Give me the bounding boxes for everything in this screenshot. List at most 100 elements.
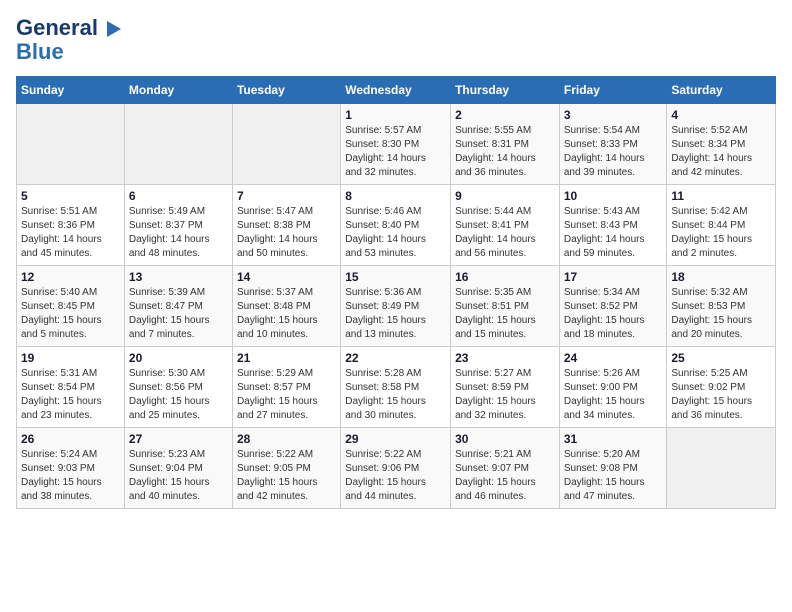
weekday-header-saturday: Saturday: [667, 77, 776, 104]
logo-blue: Blue: [16, 40, 121, 64]
calendar-cell: 20 Sunrise: 5:30 AM Sunset: 8:56 PM Dayli…: [124, 347, 232, 428]
calendar-cell: 17 Sunrise: 5:34 AM Sunset: 8:52 PM Dayli…: [559, 266, 667, 347]
calendar-cell: 26Sunrise: 5:24 AM Sunset: 9:03 PM Dayli…: [17, 428, 125, 509]
calendar-cell: [124, 104, 232, 185]
weekday-header-thursday: Thursday: [451, 77, 560, 104]
day-number: 4: [671, 108, 771, 122]
day-info: Sunrise: 5:54 AM Sunset: 8:33 PM Dayligh…: [564, 124, 663, 180]
weekday-header-sunday: Sunday: [17, 77, 125, 104]
day-info: Sunrise: 5:35 AM Sunset: 8:51 PM Dayligh…: [455, 286, 555, 342]
day-info: Sunrise: 5:57 AM Sunset: 8:30 PM Dayligh…: [345, 124, 446, 180]
day-info: Sunrise: 5:37 AM Sunset: 8:48 PM Dayligh…: [237, 286, 336, 342]
calendar-cell: 30Sunrise: 5:21 AM Sunset: 9:07 PM Dayli…: [451, 428, 560, 509]
day-number: 28: [237, 432, 336, 446]
calendar-cell: 19 Sunrise: 5:31 AM Sunset: 8:54 PM Dayli…: [17, 347, 125, 428]
day-info: Sunrise: 5:43 AM Sunset: 8:43 PM Dayligh…: [564, 205, 663, 261]
day-number: 1: [345, 108, 446, 122]
logo-arrow-icon: [107, 21, 121, 37]
day-info: Sunrise: 5:28 AM Sunset: 8:58 PM Dayligh…: [345, 367, 446, 423]
day-number: 24: [564, 351, 663, 365]
day-number: 8: [345, 189, 446, 203]
logo: General Blue: [16, 16, 121, 64]
day-number: 19: [21, 351, 120, 365]
day-info: Sunrise: 5:40 AM Sunset: 8:45 PM Dayligh…: [21, 286, 120, 342]
calendar-cell: 11 Sunrise: 5:42 AM Sunset: 8:44 PM Dayli…: [667, 185, 776, 266]
calendar-cell: 6 Sunrise: 5:49 AM Sunset: 8:37 PM Daylig…: [124, 185, 232, 266]
day-info: Sunrise: 5:31 AM Sunset: 8:54 PM Dayligh…: [21, 367, 120, 423]
calendar-cell: 22 Sunrise: 5:28 AM Sunset: 8:58 PM Dayli…: [341, 347, 451, 428]
day-info: Sunrise: 5:55 AM Sunset: 8:31 PM Dayligh…: [455, 124, 555, 180]
calendar-cell: [232, 104, 340, 185]
day-number: 11: [671, 189, 771, 203]
day-info: Sunrise: 5:36 AM Sunset: 8:49 PM Dayligh…: [345, 286, 446, 342]
day-number: 22: [345, 351, 446, 365]
day-number: 29: [345, 432, 446, 446]
calendar-cell: 24 Sunrise: 5:26 AM Sunset: 9:00 PM Dayli…: [559, 347, 667, 428]
day-info: Sunrise: 5:52 AM Sunset: 8:34 PM Dayligh…: [671, 124, 771, 180]
day-info: Sunrise: 5:44 AM Sunset: 8:41 PM Dayligh…: [455, 205, 555, 261]
calendar-cell: 7Sunrise: 5:47 AM Sunset: 8:38 PM Daylig…: [232, 185, 340, 266]
calendar-cell: 18 Sunrise: 5:32 AM Sunset: 8:53 PM Dayli…: [667, 266, 776, 347]
day-info: Sunrise: 5:46 AM Sunset: 8:40 PM Dayligh…: [345, 205, 446, 261]
calendar-cell: 28 Sunrise: 5:22 AM Sunset: 9:05 PM Dayli…: [232, 428, 340, 509]
calendar-week-5: 26Sunrise: 5:24 AM Sunset: 9:03 PM Dayli…: [17, 428, 776, 509]
day-number: 2: [455, 108, 555, 122]
day-number: 5: [21, 189, 120, 203]
day-info: Sunrise: 5:23 AM Sunset: 9:04 PM Dayligh…: [129, 448, 228, 504]
calendar-cell: 9 Sunrise: 5:44 AM Sunset: 8:41 PM Daylig…: [451, 185, 560, 266]
calendar-cell: 31 Sunrise: 5:20 AM Sunset: 9:08 PM Dayli…: [559, 428, 667, 509]
day-number: 27: [129, 432, 228, 446]
weekday-header-monday: Monday: [124, 77, 232, 104]
calendar-week-2: 5Sunrise: 5:51 AM Sunset: 8:36 PM Daylig…: [17, 185, 776, 266]
day-number: 31: [564, 432, 663, 446]
day-number: 17: [564, 270, 663, 284]
weekday-header-tuesday: Tuesday: [232, 77, 340, 104]
calendar-cell: 16 Sunrise: 5:35 AM Sunset: 8:51 PM Dayli…: [451, 266, 560, 347]
day-info: Sunrise: 5:49 AM Sunset: 8:37 PM Dayligh…: [129, 205, 228, 261]
calendar-cell: 1 Sunrise: 5:57 AM Sunset: 8:30 PM Daylig…: [341, 104, 451, 185]
calendar-cell: 3Sunrise: 5:54 AM Sunset: 8:33 PM Daylig…: [559, 104, 667, 185]
calendar-week-1: 1 Sunrise: 5:57 AM Sunset: 8:30 PM Daylig…: [17, 104, 776, 185]
day-info: Sunrise: 5:32 AM Sunset: 8:53 PM Dayligh…: [671, 286, 771, 342]
calendar-cell: 5Sunrise: 5:51 AM Sunset: 8:36 PM Daylig…: [17, 185, 125, 266]
calendar-cell: 29 Sunrise: 5:22 AM Sunset: 9:06 PM Dayli…: [341, 428, 451, 509]
weekday-header-friday: Friday: [559, 77, 667, 104]
calendar-cell: 14 Sunrise: 5:37 AM Sunset: 8:48 PM Dayli…: [232, 266, 340, 347]
calendar-cell: 21Sunrise: 5:29 AM Sunset: 8:57 PM Dayli…: [232, 347, 340, 428]
day-number: 20: [129, 351, 228, 365]
day-number: 6: [129, 189, 228, 203]
day-info: Sunrise: 5:42 AM Sunset: 8:44 PM Dayligh…: [671, 205, 771, 261]
day-info: Sunrise: 5:20 AM Sunset: 9:08 PM Dayligh…: [564, 448, 663, 504]
day-number: 9: [455, 189, 555, 203]
day-info: Sunrise: 5:39 AM Sunset: 8:47 PM Dayligh…: [129, 286, 228, 342]
day-info: Sunrise: 5:22 AM Sunset: 9:05 PM Dayligh…: [237, 448, 336, 504]
calendar-cell: 25Sunrise: 5:25 AM Sunset: 9:02 PM Dayli…: [667, 347, 776, 428]
logo-general: General: [16, 15, 98, 40]
calendar-cell: 13 Sunrise: 5:39 AM Sunset: 8:47 PM Dayli…: [124, 266, 232, 347]
calendar-cell: 8 Sunrise: 5:46 AM Sunset: 8:40 PM Daylig…: [341, 185, 451, 266]
day-number: 30: [455, 432, 555, 446]
day-info: Sunrise: 5:30 AM Sunset: 8:56 PM Dayligh…: [129, 367, 228, 423]
calendar-cell: 23Sunrise: 5:27 AM Sunset: 8:59 PM Dayli…: [451, 347, 560, 428]
day-info: Sunrise: 5:25 AM Sunset: 9:02 PM Dayligh…: [671, 367, 771, 423]
day-number: 16: [455, 270, 555, 284]
day-number: 18: [671, 270, 771, 284]
day-info: Sunrise: 5:22 AM Sunset: 9:06 PM Dayligh…: [345, 448, 446, 504]
page-header: General Blue: [16, 16, 776, 64]
day-info: Sunrise: 5:34 AM Sunset: 8:52 PM Dayligh…: [564, 286, 663, 342]
day-number: 12: [21, 270, 120, 284]
weekday-header-wednesday: Wednesday: [341, 77, 451, 104]
calendar-week-3: 12 Sunrise: 5:40 AM Sunset: 8:45 PM Dayli…: [17, 266, 776, 347]
day-number: 26: [21, 432, 120, 446]
calendar-header-row: SundayMondayTuesdayWednesdayThursdayFrid…: [17, 77, 776, 104]
day-info: Sunrise: 5:26 AM Sunset: 9:00 PM Dayligh…: [564, 367, 663, 423]
day-number: 13: [129, 270, 228, 284]
day-number: 14: [237, 270, 336, 284]
calendar-cell: 4 Sunrise: 5:52 AM Sunset: 8:34 PM Daylig…: [667, 104, 776, 185]
calendar-cell: 27 Sunrise: 5:23 AM Sunset: 9:04 PM Dayli…: [124, 428, 232, 509]
day-number: 10: [564, 189, 663, 203]
calendar-week-4: 19 Sunrise: 5:31 AM Sunset: 8:54 PM Dayli…: [17, 347, 776, 428]
day-number: 15: [345, 270, 446, 284]
calendar-table: SundayMondayTuesdayWednesdayThursdayFrid…: [16, 76, 776, 509]
calendar-cell: 2 Sunrise: 5:55 AM Sunset: 8:31 PM Daylig…: [451, 104, 560, 185]
